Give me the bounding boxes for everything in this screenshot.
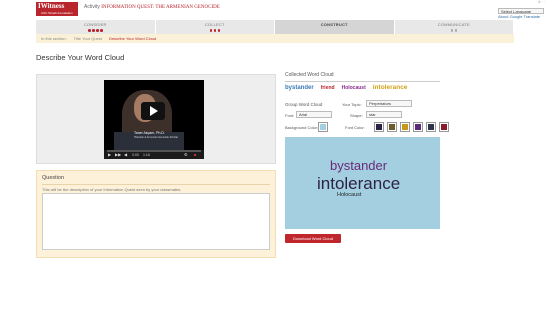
progress-dot bbox=[92, 29, 95, 32]
shape-select[interactable]: star bbox=[366, 111, 402, 118]
question-textarea[interactable] bbox=[42, 193, 270, 250]
swatch-fill bbox=[376, 124, 382, 130]
logo-subtext: USC Shoah Foundation bbox=[41, 11, 73, 15]
video-caption: Taner Akçam, Ph.D. bbox=[134, 131, 165, 135]
font-label: Font: bbox=[285, 113, 295, 118]
play-small-icon[interactable]: ▶ bbox=[108, 153, 111, 157]
progress-dot bbox=[209, 29, 212, 32]
settings-icon[interactable]: ⚙ bbox=[184, 153, 188, 157]
font-color-swatch[interactable] bbox=[439, 122, 449, 132]
progress-dot bbox=[88, 29, 91, 32]
step-communicate[interactable]: COMMUNICATE bbox=[394, 20, 514, 34]
breadcrumb-title-your-quest[interactable]: Title Your Quest bbox=[74, 36, 102, 41]
font-select[interactable]: Arial bbox=[296, 111, 332, 118]
skip-icon[interactable]: ▶▶ bbox=[115, 153, 121, 157]
top-links[interactable]: Jr · · bbox=[538, 0, 545, 4]
video-caption-sub: Historian & Armenian Genocide Scholar bbox=[134, 136, 179, 139]
cloud-word: Holocaust bbox=[337, 192, 362, 198]
video-panel: Taner Akçam, Ph.D. Historian & Armenian … bbox=[36, 74, 276, 164]
collected-word[interactable]: Holocaust bbox=[342, 85, 366, 91]
step-consider[interactable]: CONSIDER bbox=[36, 20, 156, 34]
cloud-word: bystander bbox=[330, 158, 388, 173]
swatch-fill bbox=[441, 124, 447, 130]
page-title: Describe Your Word Cloud bbox=[36, 53, 125, 62]
swatch-fill bbox=[320, 124, 326, 130]
step-progress-dots bbox=[156, 29, 275, 32]
video-player[interactable]: Taner Akçam, Ph.D. Historian & Armenian … bbox=[104, 80, 204, 159]
word-cloud-preview: bystander intolerance Holocaust bbox=[285, 137, 440, 229]
divider bbox=[285, 81, 440, 82]
font-color-swatches bbox=[374, 122, 449, 132]
step-label: CONSIDER bbox=[83, 22, 107, 27]
divider bbox=[42, 184, 270, 185]
collected-word[interactable]: friend bbox=[321, 85, 335, 91]
video-duration: 1:16 bbox=[143, 153, 150, 157]
collected-word-cloud-title: Collected Word Cloud bbox=[285, 72, 334, 78]
activity-heading: Activity INFORMATION QUEST: THE ARMENIAN… bbox=[84, 4, 220, 10]
topic-select[interactable]: Perpetrators bbox=[366, 100, 412, 107]
font-color-label: Font Color: bbox=[345, 125, 365, 130]
step-label: COLLECT bbox=[204, 22, 225, 27]
download-word-cloud-button[interactable]: Download Word Cloud bbox=[285, 234, 341, 243]
background-color-swatch[interactable] bbox=[318, 122, 328, 132]
font-color-swatch[interactable] bbox=[387, 122, 397, 132]
video-time: 0:00 bbox=[132, 153, 139, 157]
progress-dot bbox=[100, 29, 103, 32]
swatch-fill bbox=[389, 124, 395, 130]
collected-word[interactable]: intolerance bbox=[373, 84, 408, 91]
question-box: Question This will be the description of… bbox=[36, 170, 276, 258]
progress-dot bbox=[454, 29, 457, 32]
volume-icon[interactable]: ◀ bbox=[124, 153, 127, 157]
cloud-word: intolerance bbox=[317, 174, 401, 193]
step-progress-dots bbox=[395, 29, 514, 32]
progress-dot bbox=[217, 29, 220, 32]
font-color-swatch[interactable] bbox=[413, 122, 423, 132]
progress-dot bbox=[450, 29, 453, 32]
breadcrumb: In this section: Title Your Quest Descri… bbox=[36, 34, 514, 43]
font-color-swatch[interactable] bbox=[374, 122, 384, 132]
activity-title: INFORMATION QUEST: THE ARMENIAN GENOCIDE bbox=[101, 5, 220, 10]
shape-label: Shape: bbox=[350, 113, 363, 118]
background-color-label: Background Color: bbox=[285, 125, 319, 130]
fullscreen-icon[interactable]: ■ bbox=[194, 153, 196, 157]
step-label: CONSTRUCT bbox=[320, 22, 348, 27]
question-description: This will be the description of your Inf… bbox=[42, 187, 182, 192]
logo-text: IWitness bbox=[38, 2, 65, 10]
step-label: COMMUNICATE bbox=[437, 22, 470, 27]
breadcrumb-prefix: In this section: bbox=[41, 36, 67, 41]
step-construct[interactable]: CONSTRUCT bbox=[275, 20, 395, 34]
progress-dot bbox=[213, 29, 216, 32]
iwitness-logo[interactable]: IWitness USC Shoah Foundation bbox=[36, 2, 78, 16]
swatch-fill bbox=[415, 124, 421, 130]
group-word-cloud-label: Group Word Cloud bbox=[285, 102, 323, 107]
play-button[interactable] bbox=[141, 102, 165, 120]
question-title: Question bbox=[42, 175, 65, 181]
google-translate-link[interactable]: About Google Translate bbox=[498, 14, 540, 19]
step-progress-dots bbox=[36, 29, 155, 32]
swatch-fill bbox=[428, 124, 434, 130]
font-color-swatch[interactable] bbox=[400, 122, 410, 132]
progress-dot bbox=[96, 29, 99, 32]
collected-words: bystander friend Holocaust intolerance bbox=[285, 84, 407, 91]
video-controls: ▶ ▶▶ ◀ 0:00 1:16 ⚙ ■ bbox=[104, 150, 204, 159]
step-navigation: CONSIDER COLLECT CONSTRUCT COMMUNICATE bbox=[36, 20, 514, 34]
collected-word[interactable]: bystander bbox=[285, 85, 314, 91]
topic-label: Your Topic: bbox=[342, 102, 362, 107]
font-color-swatch[interactable] bbox=[426, 122, 436, 132]
top-header: IWitness USC Shoah Foundation Activity I… bbox=[0, 0, 550, 20]
swatch-fill bbox=[402, 124, 408, 130]
step-collect[interactable]: COLLECT bbox=[155, 20, 275, 34]
breadcrumb-current[interactable]: Describe Your Word Cloud bbox=[109, 36, 156, 41]
activity-label: Activity bbox=[84, 4, 100, 10]
